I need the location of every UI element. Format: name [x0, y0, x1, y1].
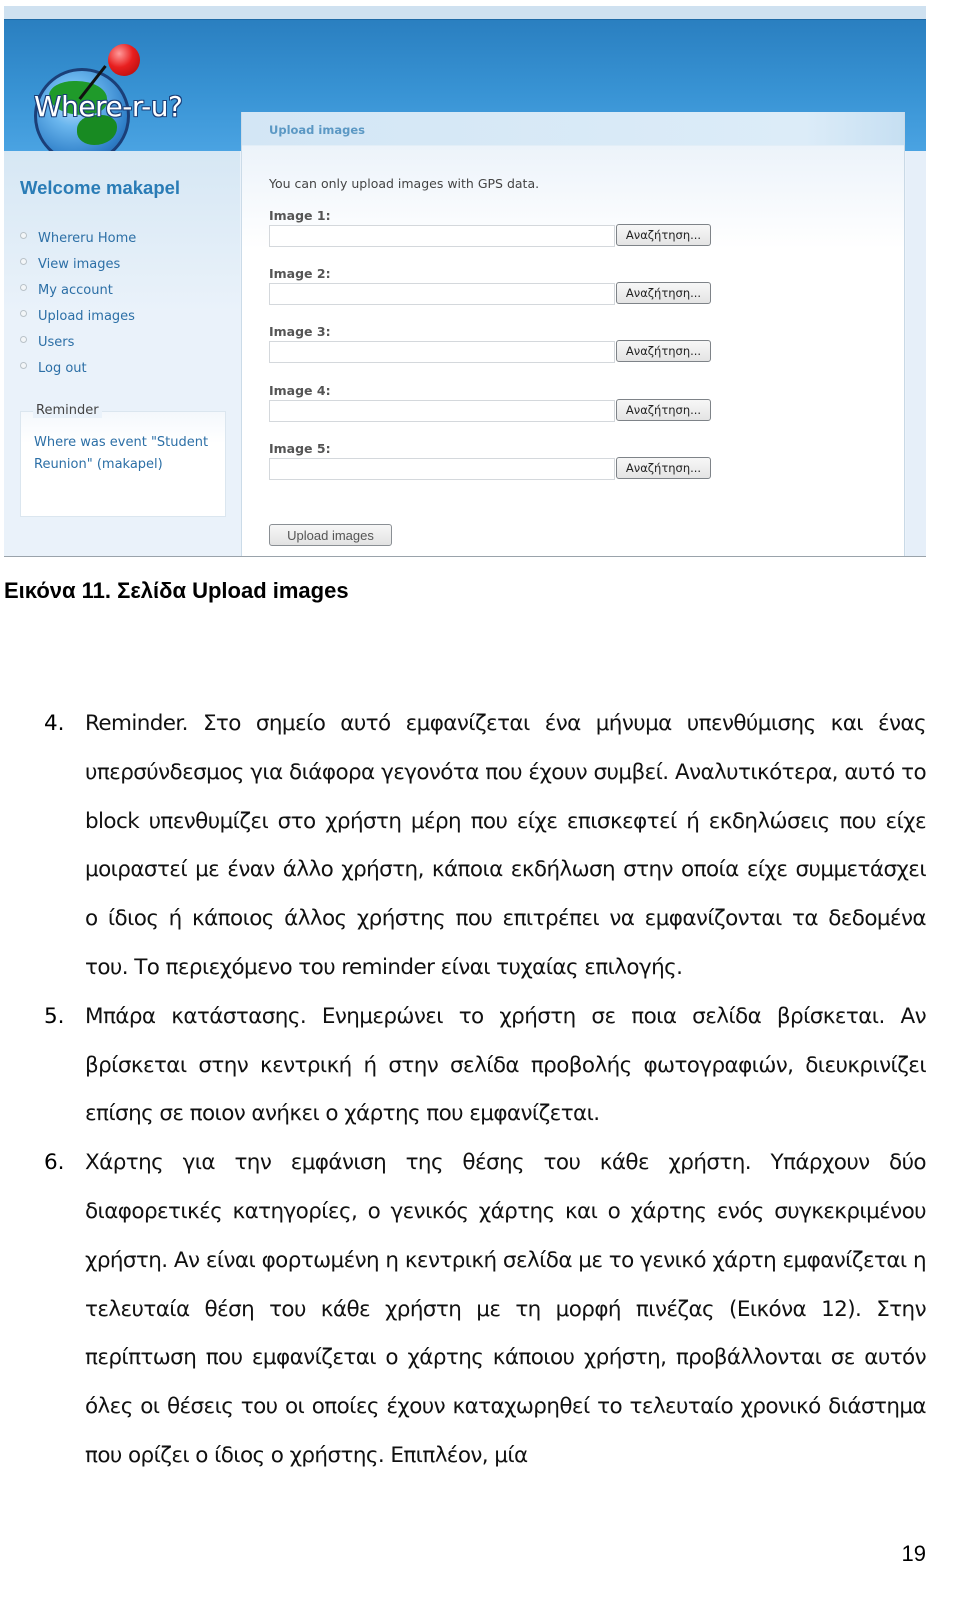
image-field-4: Image 4: Αναζήτηση... — [269, 383, 714, 435]
field-label: Image 5: — [269, 441, 331, 456]
image-5-input[interactable] — [269, 458, 615, 480]
page-number: 19 — [901, 1541, 926, 1566]
browse-button[interactable]: Αναζήτηση... — [616, 282, 711, 304]
gps-note: You can only upload images with GPS data… — [269, 176, 540, 191]
sidebar-link[interactable]: Users — [38, 335, 74, 350]
item-number: 6. — [44, 1150, 65, 1176]
list-item: 6. Χάρτης για την εμφάνιση της θέσης του… — [44, 1139, 927, 1481]
image-1-input[interactable] — [269, 225, 615, 247]
logo-text: Where-r-u? — [34, 90, 183, 123]
browse-button[interactable]: Αναζήτηση... — [616, 340, 711, 362]
image-field-5: Image 5: Αναζήτηση... — [269, 441, 714, 493]
image-4-input[interactable] — [269, 400, 615, 422]
item-text: Χάρτης για την εμφάνιση της θέσης του κά… — [85, 1150, 927, 1468]
field-label: Image 3: — [269, 324, 331, 339]
right-gutter — [906, 151, 926, 556]
image-field-2: Image 2: Αναζήτηση... — [269, 266, 714, 318]
upload-panel: Upload images You can only upload images… — [241, 112, 905, 556]
sidebar-link[interactable]: Whereru Home — [38, 231, 136, 246]
item-number: 5. — [44, 1003, 65, 1029]
sidebar: Welcome makapel Whereru Home View images… — [4, 151, 240, 556]
item-number: 4. — [44, 711, 65, 736]
browse-button[interactable]: Αναζήτηση... — [616, 224, 711, 246]
reminder-block: Reminder Where was event "Student Reunio… — [20, 403, 226, 517]
sidebar-nav: Whereru Home View images My account Uplo… — [20, 225, 136, 381]
browse-button[interactable]: Αναζήτηση... — [616, 399, 711, 421]
upload-images-button[interactable]: Upload images — [269, 524, 392, 546]
sidebar-item-log-out[interactable]: Log out — [20, 355, 136, 381]
list-item: 4. Reminder. Στο σημείο αυτό εμφανίζεται… — [44, 700, 927, 993]
field-label: Image 4: — [269, 383, 331, 398]
sidebar-item-upload-images[interactable]: Upload images — [20, 303, 136, 329]
panel-header: Upload images — [242, 112, 904, 146]
reminder-link[interactable]: Where was event "Student Reunion" (makap… — [34, 432, 214, 476]
image-2-input[interactable] — [269, 283, 615, 305]
sidebar-item-home[interactable]: Whereru Home — [20, 225, 136, 251]
reminder-title: Reminder — [33, 403, 102, 418]
sidebar-item-my-account[interactable]: My account — [20, 277, 136, 303]
bullet-icon — [20, 309, 27, 317]
browse-button[interactable]: Αναζήτηση... — [616, 457, 711, 479]
item-text: Reminder. Στο σημείο αυτό εμφανίζεται έν… — [85, 711, 927, 980]
sidebar-item-users[interactable]: Users — [20, 329, 136, 355]
bullet-icon — [20, 257, 27, 265]
browser-top-strip — [4, 6, 926, 19]
sidebar-link[interactable]: View images — [38, 257, 120, 272]
sidebar-link[interactable]: Upload images — [38, 309, 135, 324]
sidebar-link[interactable]: My account — [38, 283, 113, 298]
list-item: 5. Μπάρα κατάστασης. Ενημερώνει το χρήστ… — [44, 993, 927, 1139]
welcome-heading: Welcome makapel — [20, 177, 181, 198]
sidebar-item-view-images[interactable]: View images — [20, 251, 136, 277]
field-label: Image 2: — [269, 266, 331, 281]
numbered-list: 4. Reminder. Στο σημείο αυτό εμφανίζεται… — [44, 700, 927, 1481]
panel-title: Upload images — [269, 123, 365, 137]
bullet-icon — [20, 231, 27, 239]
map-pin-head-icon — [108, 44, 140, 76]
bullet-icon — [20, 283, 27, 291]
figure-caption: Εικόνα 11. Σελίδα Upload images — [4, 578, 349, 603]
bullet-icon — [20, 335, 27, 343]
image-field-3: Image 3: Αναζήτηση... — [269, 324, 714, 376]
site-logo[interactable]: Where-r-u? — [26, 36, 216, 166]
sidebar-link[interactable]: Log out — [38, 361, 87, 376]
panel-body: You can only upload images with GPS data… — [242, 146, 904, 556]
field-label: Image 1: — [269, 208, 331, 223]
app-screenshot: Where-r-u? Welcome makapel Whereru Home … — [4, 6, 926, 557]
bullet-icon — [20, 361, 27, 369]
image-3-input[interactable] — [269, 341, 615, 363]
item-text: Μπάρα κατάστασης. Ενημερώνει το χρήστη σ… — [85, 1003, 927, 1127]
image-field-1: Image 1: Αναζήτηση... — [269, 208, 714, 260]
